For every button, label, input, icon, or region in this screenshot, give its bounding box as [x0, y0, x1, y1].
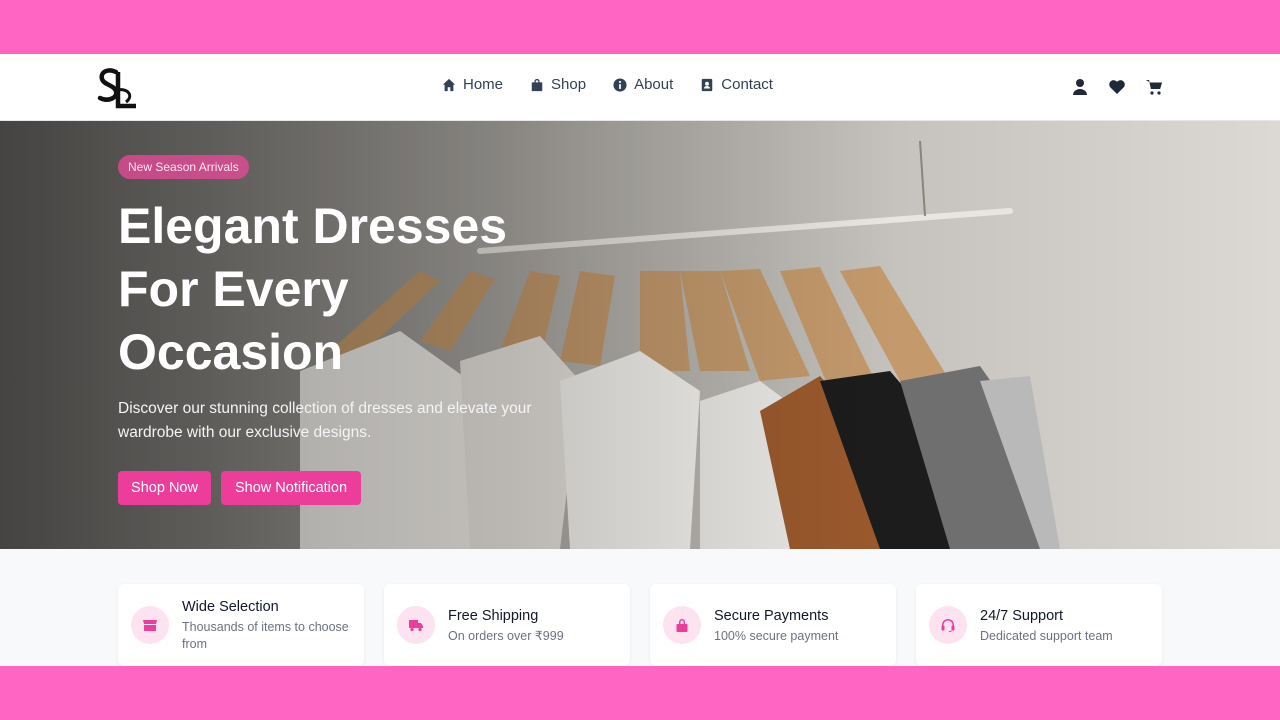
page-viewport: Home Shop About Contact New Season Arriv… — [0, 54, 1280, 666]
feature-title: Secure Payments — [714, 608, 829, 624]
nav-actions — [1071, 78, 1163, 96]
heart-icon[interactable] — [1108, 78, 1126, 96]
headset-icon — [941, 619, 955, 632]
address-book-icon — [702, 78, 713, 91]
hero-subtitle: Discover our stunning collection of dres… — [118, 400, 532, 441]
nav-about-label: About — [634, 76, 674, 93]
pink-frame-top — [0, 0, 1280, 54]
hero-title-line-2: For Every — [118, 261, 349, 317]
pink-frame-bottom — [0, 666, 1280, 720]
nav-home-label: Home — [463, 76, 504, 93]
feature-card-support: 24/7 Support Dedicated support team — [916, 584, 1162, 666]
feature-title: Wide Selection — [182, 599, 279, 615]
brand-logo[interactable] — [96, 66, 138, 110]
hero-banner: New Season Arrivals Elegant Dresses For … — [0, 121, 1280, 549]
navbar: Home Shop About Contact — [0, 54, 1280, 121]
nav-about[interactable]: About — [613, 76, 673, 93]
cart-icon[interactable] — [1145, 78, 1163, 96]
feature-card-wide-selection: Wide Selection Thousands of items to cho… — [118, 584, 364, 666]
feature-card-secure-payments: Secure Payments 100% secure payment — [650, 584, 896, 666]
shopping-bag-icon — [531, 78, 543, 91]
feature-desc: Thousands of items to choose from — [182, 620, 349, 651]
user-icon[interactable] — [1071, 78, 1089, 96]
nav-contact-label: Contact — [721, 76, 773, 93]
hero-title-line-3: Occasion — [118, 324, 344, 380]
info-icon — [613, 77, 627, 92]
feature-title: Free Shipping — [448, 608, 539, 624]
lock-icon — [676, 619, 688, 632]
feature-desc: 100% secure payment — [714, 629, 839, 643]
nav-shop[interactable]: Shop — [530, 76, 586, 93]
truck-icon — [409, 620, 423, 632]
hero-title-line-1: Elegant Dresses — [118, 198, 508, 254]
feature-desc: Dedicated support team — [980, 629, 1113, 643]
shop-now-button[interactable]: Shop Now — [118, 471, 211, 505]
new-season-badge: New Season Arrivals — [118, 155, 249, 179]
home-icon — [442, 78, 456, 91]
main-nav: Home Shop About Contact — [442, 76, 773, 93]
features-row: Wide Selection Thousands of items to cho… — [118, 584, 1162, 666]
feature-title: 24/7 Support — [980, 608, 1064, 624]
hero-title: Elegant Dresses For Every Occasion — [118, 195, 578, 384]
feature-card-free-shipping: Free Shipping On orders over ₹999 — [384, 584, 630, 666]
feature-desc: On orders over ₹999 — [448, 629, 564, 643]
nav-contact[interactable]: Contact — [700, 76, 773, 93]
show-notification-button[interactable]: Show Notification — [221, 471, 361, 505]
store-icon — [143, 620, 157, 631]
nav-home[interactable]: Home — [442, 76, 503, 93]
nav-shop-label: Shop — [551, 76, 587, 93]
